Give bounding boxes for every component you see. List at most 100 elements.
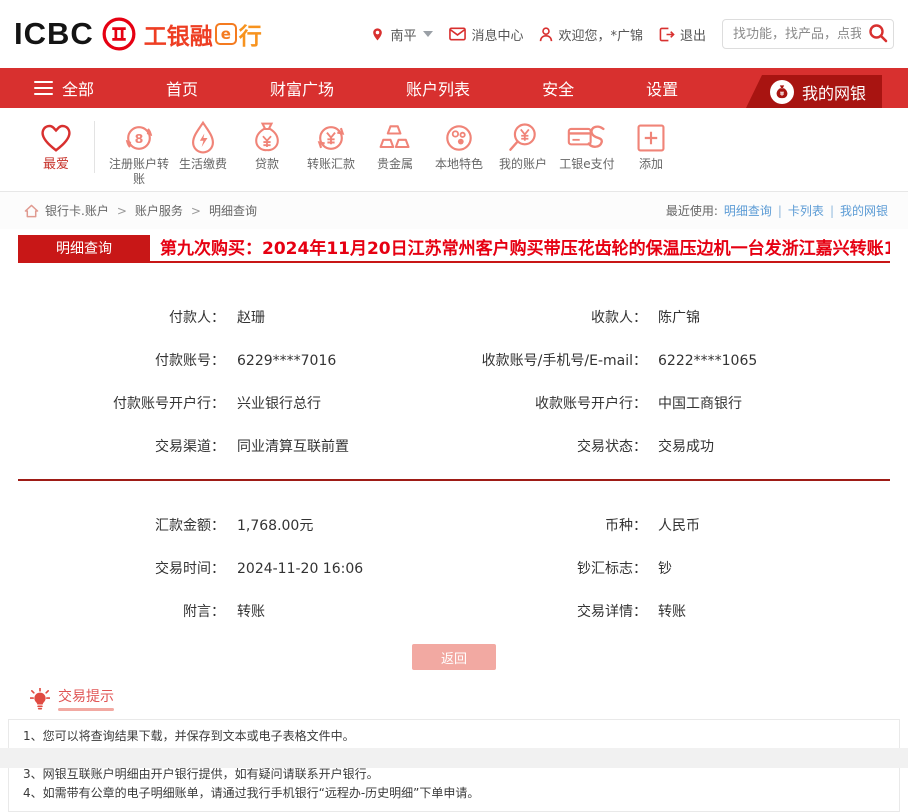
magnifier-yuan-icon	[491, 119, 555, 157]
breadcrumb-item-bankcard[interactable]: 银行卡.账户	[45, 202, 109, 219]
detail-row-channel-status: 交易渠道： 同业清算互联前置 交易状态： 交易成功	[18, 436, 890, 456]
brand-name: 工银融 e 行	[144, 17, 262, 51]
quick-item-local-features[interactable]: 本地特色	[427, 119, 491, 172]
field-label: 汇款金额：	[18, 515, 225, 535]
breadcrumb-separator: >	[117, 204, 127, 218]
chevron-down-icon	[423, 31, 433, 37]
lightbulb-icon	[30, 688, 50, 710]
field-label: 收款账号/手机号/E-mail：	[449, 350, 647, 370]
transaction-amount-section: 汇款金额： 1,768.00元 币种： 人民币 交易时间： 2024-11-20…	[18, 481, 890, 621]
detail-row-amount: 汇款金额： 1,768.00元 币种： 人民币	[18, 515, 890, 535]
divider	[94, 121, 95, 173]
pipe-separator: |	[830, 204, 834, 218]
icbc-logo[interactable]: ICBC 工银融 e 行	[14, 16, 262, 52]
local-features-icon	[427, 119, 491, 157]
nav-item-wealth[interactable]: 财富广场	[270, 76, 334, 100]
message-center-link[interactable]: 消息中心	[449, 25, 523, 44]
pipe-separator: |	[778, 204, 782, 218]
quick-item-my-account[interactable]: 我的账户	[491, 119, 555, 172]
quick-item-bill-pay[interactable]: 生活缴费	[171, 119, 235, 172]
field-value: 钞	[658, 558, 672, 578]
transfer-cycle-yuan-icon	[299, 119, 363, 157]
svg-text:8: 8	[135, 131, 144, 146]
tips-header: 交易提示	[8, 686, 900, 711]
nav-settings-label: 设置	[646, 76, 678, 100]
nav-item-all[interactable]: 全部	[34, 76, 94, 100]
search-button[interactable]	[868, 23, 888, 43]
breadcrumb-item-detail-query[interactable]: 明细查询	[209, 202, 257, 219]
heart-icon	[24, 119, 88, 157]
quick-label: 本地特色	[427, 157, 491, 172]
money-bag-yuan-icon	[235, 119, 299, 157]
nav-item-security[interactable]: 安全	[542, 76, 574, 100]
breadcrumb-separator: >	[191, 204, 201, 218]
welcome-user[interactable]: 欢迎您，*广锦	[539, 25, 643, 44]
field-label: 收款人：	[449, 307, 647, 327]
tips-title: 交易提示	[58, 686, 114, 711]
nav-item-accounts[interactable]: 账户列表	[406, 76, 470, 100]
field-value: 1,768.00元	[237, 515, 449, 535]
back-button[interactable]: 返回	[412, 644, 496, 670]
quick-item-loans[interactable]: 贷款	[235, 119, 299, 172]
envelope-icon	[449, 27, 466, 41]
quick-item-favorites[interactable]: 最爱	[24, 119, 88, 173]
nav-home-label: 首页	[166, 76, 198, 100]
tab-detail-query[interactable]: 明细查询	[18, 235, 150, 261]
quick-label: 生活缴费	[171, 157, 235, 172]
field-label: 交易渠道：	[18, 436, 225, 456]
detail-row-payer: 付款人： 赵珊 收款人： 陈广锦	[18, 307, 890, 327]
menu-icon	[34, 81, 53, 96]
user-icon	[539, 27, 553, 42]
quick-item-transfer-remit[interactable]: 转账汇款	[299, 119, 363, 172]
field-label: 附言：	[18, 601, 225, 621]
field-label: 交易时间：	[18, 558, 225, 578]
quick-label: 注册账户转账	[107, 157, 171, 187]
my-ebank-button[interactable]: 我的网银	[746, 75, 882, 108]
logout-button[interactable]: 退出	[659, 25, 706, 44]
field-value: 人民币	[658, 515, 700, 535]
water-drop-bolt-icon	[171, 119, 235, 157]
quick-label: 贷款	[235, 157, 299, 172]
recent-link-my-ebank[interactable]: 我的网银	[840, 202, 888, 219]
field-value: 2024-11-20 16:06	[237, 561, 449, 577]
tab-bar: 明细查询 第九次购买：2024年11月20日江苏常州客户购买带压花齿轮的保温压边…	[18, 235, 890, 263]
nav-item-settings[interactable]: 设置	[646, 76, 678, 100]
quick-label: 添加	[619, 157, 683, 172]
quick-label: 我的账户	[491, 157, 555, 172]
top-header: ICBC 工银融 e 行 南平 消息中心 欢迎您，*广锦 退出	[0, 0, 908, 68]
quick-label: 贵金属	[363, 157, 427, 172]
location-pin-icon	[370, 27, 385, 42]
brand-part2: 行	[239, 17, 262, 51]
quick-access-bar: 最爱 8 注册账户转账 生活缴费 贷款 转账汇款 贵金属 本地特色	[0, 108, 908, 192]
breadcrumb-item-account-service[interactable]: 账户服务	[135, 202, 183, 219]
quick-label: 工银e支付	[555, 157, 619, 172]
quick-item-add[interactable]: 添加	[619, 119, 683, 172]
field-label: 钞汇标志：	[449, 558, 647, 578]
quick-item-register-transfer[interactable]: 8 注册账户转账	[107, 119, 171, 187]
recent-link-card-list[interactable]: 卡列表	[788, 202, 824, 219]
my-ebank-label: 我的网银	[802, 80, 866, 104]
field-label: 交易状态：	[449, 436, 647, 456]
quick-label: 转账汇款	[299, 157, 363, 172]
field-value: 中国工商银行	[658, 393, 742, 413]
quick-label: 最爱	[24, 157, 88, 173]
field-label: 付款账号开户行：	[18, 393, 225, 413]
message-center-label: 消息中心	[471, 25, 523, 44]
quick-item-icbc-epay[interactable]: 工银e支付	[555, 119, 619, 172]
footer-strip	[0, 748, 908, 768]
field-label: 收款账号开户行：	[449, 393, 647, 413]
nav-item-home[interactable]: 首页	[166, 76, 198, 100]
brand-e-icon: e	[215, 23, 237, 45]
nav-all-label: 全部	[62, 76, 94, 100]
location-selector[interactable]: 南平	[370, 25, 433, 44]
field-label: 交易详情：	[449, 601, 647, 621]
recent-link-detail-query[interactable]: 明细查询	[724, 202, 772, 219]
detail-row-memo: 附言： 转账 交易详情： 转账	[18, 601, 890, 621]
add-icon	[619, 119, 683, 157]
announcement-marquee: 第九次购买：2024年11月20日江苏常州客户购买带压花齿轮的保温压边机一台发浙…	[150, 235, 890, 261]
icbc-logo-text: ICBC	[14, 16, 94, 52]
field-label: 付款账号：	[18, 350, 225, 370]
quick-item-precious-metals[interactable]: 贵金属	[363, 119, 427, 172]
recent-used: 最近使用: 明细查询 | 卡列表 | 我的网银	[666, 202, 888, 219]
tip-item: 1、您可以将查询结果下载，并保存到文本或电子表格文件中。	[23, 727, 885, 746]
